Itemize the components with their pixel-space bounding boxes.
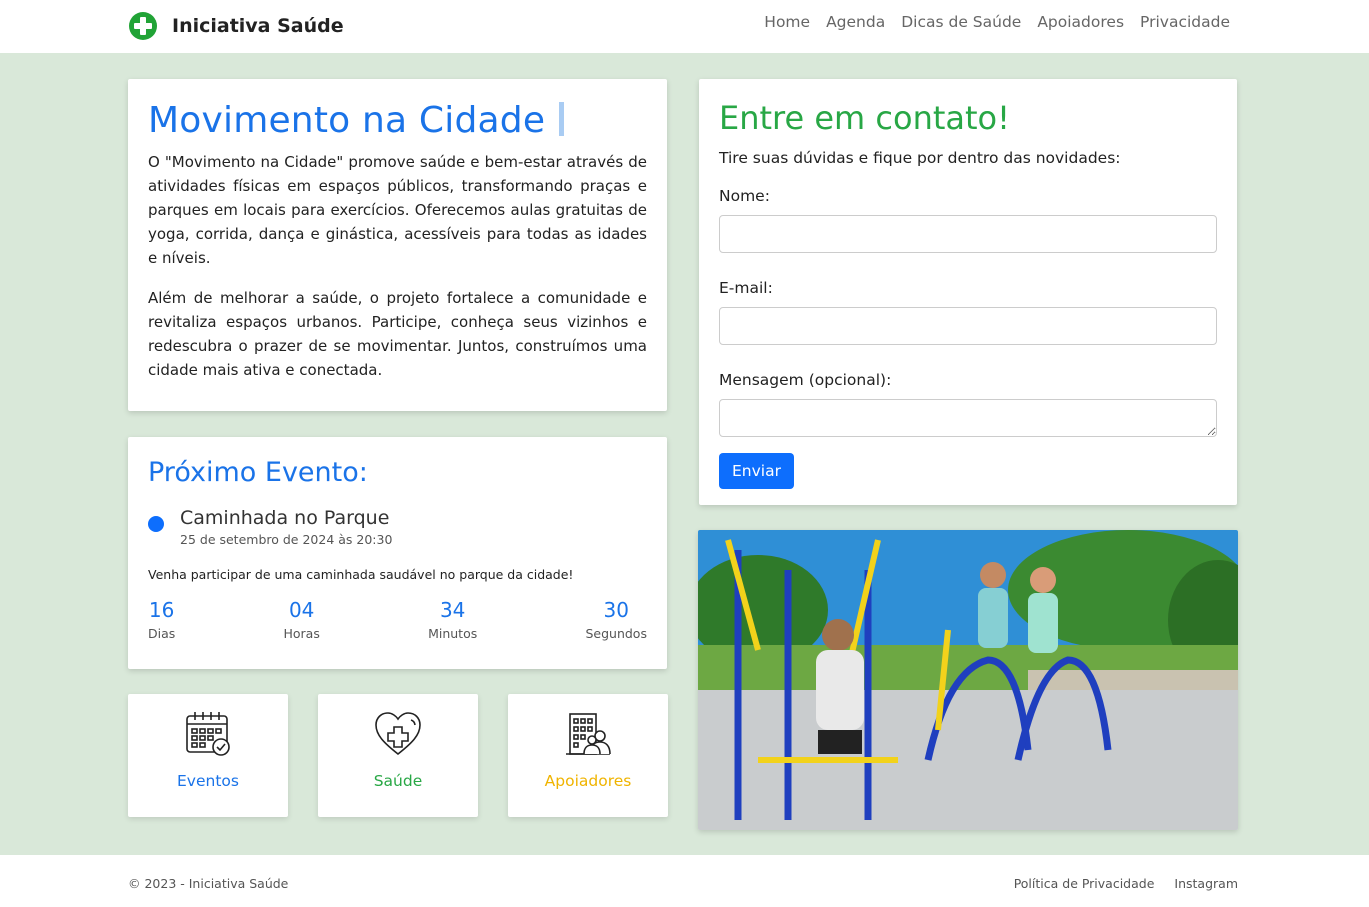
about-card: Movimento na Cidade O "Movimento na Cida… (128, 79, 667, 411)
event-dot-icon (148, 516, 164, 532)
tile-apoiadores-label: Apoiadores (544, 772, 632, 790)
tile-eventos-label: Eventos (177, 772, 239, 790)
tile-saude[interactable]: Saúde (318, 694, 478, 817)
typing-cursor (559, 102, 565, 136)
countdown-seconds: 30 Segundos (585, 598, 647, 641)
building-people-icon (566, 713, 611, 755)
countdown-seconds-value: 30 (603, 598, 629, 622)
about-title-text: Movimento na Cidade (148, 100, 546, 141)
tile-apoiadores[interactable]: Apoiadores (508, 694, 668, 817)
footer-instagram-link[interactable]: Instagram (1174, 876, 1238, 891)
event-name: Caminhada no Parque (180, 507, 390, 529)
tile-eventos[interactable]: Eventos (128, 694, 288, 817)
countdown: 16 Dias 04 Horas 34 Minutos 30 Segundos (148, 598, 647, 641)
nav-apoiadores[interactable]: Apoiadores (1037, 13, 1124, 31)
about-title: Movimento na Cidade (148, 99, 647, 142)
event-description: Venha participar de uma caminhada saudáv… (148, 567, 574, 582)
about-paragraph-2: Além de melhorar a saúde, o projeto fort… (148, 289, 647, 380)
countdown-minutes: 34 Minutos (428, 598, 477, 641)
about-paragraph-1: O "Movimento na Cidade" promove saúde e … (148, 153, 647, 268)
event-heading: Próximo Evento: (148, 457, 368, 488)
nav-privacidade[interactable]: Privacidade (1140, 13, 1230, 31)
message-textarea[interactable] (719, 399, 1217, 437)
countdown-minutes-label: Minutos (428, 626, 478, 641)
event-info: Caminhada no Parque 25 de setembro de 20… (148, 506, 647, 547)
nav-agenda[interactable]: Agenda (826, 13, 885, 31)
next-event-card: Próximo Evento: Caminhada no Parque 25 d… (128, 437, 667, 669)
countdown-days: 16 Dias (148, 598, 175, 641)
countdown-days-label: Dias (148, 626, 176, 641)
main-nav: Home Agenda Dicas de Saúde Apoiadores Pr… (764, 13, 1230, 31)
countdown-seconds-label: Segundos (585, 626, 647, 641)
contact-title: Entre em contato! (719, 99, 1010, 137)
nav-dicas-de-saude[interactable]: Dicas de Saúde (901, 13, 1021, 31)
name-input[interactable] (719, 215, 1217, 253)
tile-saude-label: Saúde (373, 772, 423, 790)
contact-card: Entre em contato! Tire suas dúvidas e fi… (699, 79, 1237, 505)
event-date: 25 de setembro de 2024 às 20:30 (180, 532, 393, 547)
countdown-hours-label: Horas (283, 626, 320, 641)
brand-name: Iniciativa Saúde (172, 15, 344, 37)
heart-cross-icon (375, 712, 421, 756)
footer-privacy-link[interactable]: Política de Privacidade (1014, 876, 1155, 891)
outdoor-gym-photo (698, 530, 1238, 830)
name-label: Nome: (719, 187, 770, 205)
footer-links: Política de Privacidade Instagram (1014, 876, 1238, 891)
top-navbar: Iniciativa Saúde Home Agenda Dicas de Sa… (0, 0, 1369, 53)
brand-link[interactable]: Iniciativa Saúde (128, 11, 344, 41)
countdown-hours: 04 Horas (284, 598, 320, 641)
submit-button[interactable]: Enviar (719, 453, 794, 489)
nav-home[interactable]: Home (764, 13, 810, 31)
medical-cross-icon (129, 12, 157, 40)
calendar-check-icon (186, 712, 230, 756)
email-label: E-mail: (719, 279, 773, 297)
email-input[interactable] (719, 307, 1217, 345)
outdoor-gym-illustration (698, 530, 1238, 830)
countdown-minutes-value: 34 (439, 598, 466, 622)
footer: © 2023 - Iniciativa Saúde Política de Pr… (0, 855, 1369, 907)
countdown-days-value: 16 (148, 598, 175, 622)
contact-intro: Tire suas dúvidas e fique por dentro das… (719, 149, 1121, 167)
message-label: Mensagem (opcional): (719, 371, 892, 389)
countdown-hours-value: 04 (288, 598, 315, 622)
copyright: © 2023 - Iniciativa Saúde (128, 876, 289, 891)
